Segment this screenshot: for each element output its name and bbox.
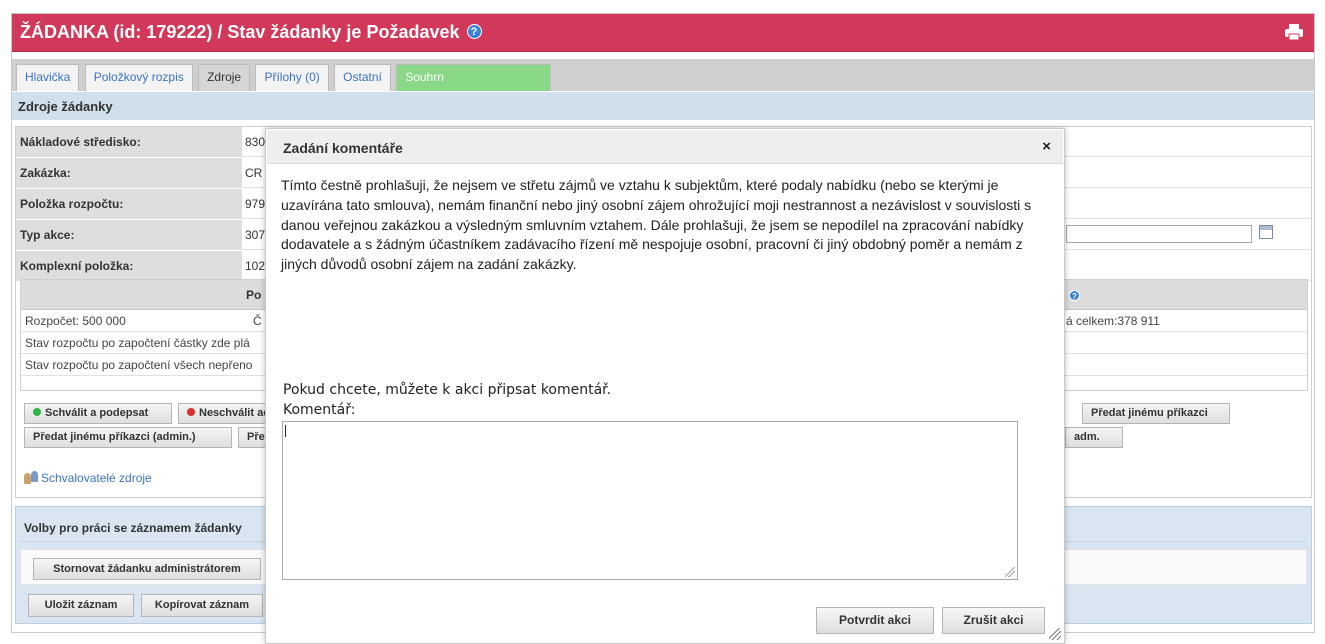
save-record-button[interactable]: Uložit záznam [28,594,134,617]
declaration-text: Tímto čestně prohlašuji, že nejsem ve st… [281,177,1032,273]
adm-button[interactable]: adm. [1065,427,1123,448]
comment-prompt: Pokud chcete, můžete k akci připsat kome… [283,382,612,398]
copy-record-button[interactable]: Kopírovat záznam [141,594,263,617]
comment-dialog: Zadání komentáře × Tímto čestně prohlašu… [265,128,1065,644]
budget-header-label: Po [246,288,262,302]
tab-sources[interactable]: Zdroje [198,64,251,91]
text-caret [285,425,286,437]
button-label: Neschválit ac [199,407,270,419]
comment-textarea[interactable] [282,421,1018,580]
confirm-action-button[interactable]: Potvrdit akci [816,607,934,634]
dialog-title: Zadání komentáře [283,140,403,156]
field-label: Nákladové středisko: [16,127,242,156]
disapprove-button[interactable]: Neschválit ac [178,403,274,424]
field-label: Zakázka: [16,158,242,187]
budget-cell: Stav rozpočtu po započtení částky zde pl… [25,336,250,350]
resize-grip-icon[interactable] [1005,567,1015,577]
tab-header[interactable]: Hlavička [16,64,80,91]
dialog-titlebar: Zadání komentáře × [267,130,1063,164]
record-options-title: Volby pro práci se záznamem žádanky [24,521,242,535]
tab-bar: Hlavička Položkový rozpis Zdroje Přílohy… [12,59,1314,91]
approvers-link[interactable]: Schvalovatelé zdroje [24,471,152,485]
field-label: Položka rozpočtu: [16,189,242,218]
budget-cell: á celkem:378 911 [1066,314,1160,328]
page-title: ŽÁDANKA (id: 179222) / Stav žádanky je P… [20,22,460,42]
title-bar: ŽÁDANKA (id: 179222) / Stav žádanky je P… [12,14,1314,52]
forward-other-button[interactable]: Předat jinému příkazci [1082,403,1230,424]
budget-cell: Rozpočet: 500 000 [25,314,126,328]
field-label: Typ akce: [16,220,242,249]
cancel-request-admin-button[interactable]: Stornovat žádanku administrátorem [33,558,261,580]
field-value: CR [245,166,263,180]
dialog-resize-grip-icon[interactable] [1049,628,1061,640]
budget-cell: Č [253,314,262,328]
info-icon[interactable]: ? [466,24,482,39]
close-icon[interactable]: × [1042,139,1051,154]
cancel-action-button[interactable]: Zrušit akci [942,607,1045,634]
printer-icon[interactable] [1284,23,1304,41]
comment-label: Komentář: [283,402,356,418]
tab-summary[interactable]: Souhrn [396,64,552,91]
approve-sign-button[interactable]: Schválit a podepsat [24,403,172,424]
field-value: 102 [245,259,266,273]
tab-item-breakdown[interactable]: Položkový rozpis [84,64,193,91]
field-label: Komplexní položka: [16,251,242,280]
calendar-icon[interactable] [1259,225,1273,239]
tab-attachments[interactable]: Přílohy (0) [255,64,329,91]
field-value: 979 [245,197,266,211]
action-type-input[interactable] [1066,225,1252,243]
section-title: Zdroje žádanky [12,92,1314,120]
field-value: 830 [245,135,266,149]
green-dot-icon [33,408,41,416]
approvers-link-label: Schvalovatelé zdroje [41,471,152,485]
tab-other[interactable]: Ostatní [334,64,391,91]
forward-other-admin-button[interactable]: Předat jinému příkazci (admin.) [24,427,232,448]
info-icon[interactable]: ? [1069,290,1080,301]
budget-cell: Stav rozpočtu po započtení všech nepřeno [25,358,253,372]
users-icon [24,471,40,484]
red-dot-icon [187,408,195,416]
button-label: Schválit a podepsat [45,407,149,419]
field-value: 307 [245,228,266,242]
